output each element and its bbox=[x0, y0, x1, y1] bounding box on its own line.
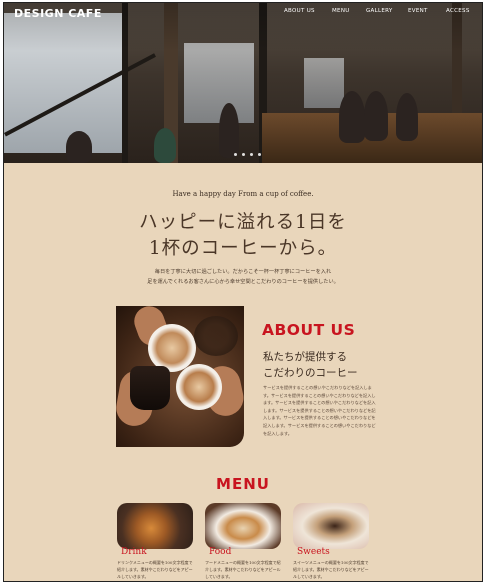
hero-image: DESIGN CAFE ABOUT US MENU GALLERY EVENT … bbox=[4, 3, 482, 163]
about-photo bbox=[116, 306, 244, 447]
menu-item-text: ドリンクメニューの概要を100文字程度で紹介します。素材やこだわりなどをアピール… bbox=[117, 560, 193, 579]
slider-dot[interactable] bbox=[258, 153, 261, 156]
intro-description: 毎日を丁寧に大切に過ごしたい。だからこそ一杯一杯丁寧にコーヒーを入れ 足を運んで… bbox=[4, 267, 482, 287]
nav-item-gallery[interactable]: GALLERY bbox=[366, 8, 408, 14]
nav-item-access[interactable]: ACCESS bbox=[446, 8, 474, 14]
headline-line: ハッピーに溢れる1日を bbox=[139, 212, 347, 233]
about-subtitle: 私たちが提供する こだわりのコーヒー bbox=[263, 349, 358, 381]
tagline: Have a happy day From a cup of coffee. bbox=[172, 190, 314, 198]
menu-card-drink[interactable]: Drink ドリンクメニューの概要を100文字程度で紹介します。素材やこだわりな… bbox=[117, 503, 197, 581]
menu-item-text: フードメニューの概要を100文字程度で紹介します。素材やこだわりなどをアピールし… bbox=[205, 560, 281, 579]
menu-card-food[interactable]: Food フードメニューの概要を100文字程度で紹介します。素材やこだわりなどを… bbox=[205, 503, 285, 581]
page: DESIGN CAFE ABOUT US MENU GALLERY EVENT … bbox=[3, 2, 483, 582]
nav-item-about[interactable]: ABOUT US bbox=[284, 8, 332, 14]
main-nav: ABOUT US MENU GALLERY EVENT ACCESS bbox=[284, 8, 474, 14]
slider-dot[interactable] bbox=[242, 153, 245, 156]
brand-logo[interactable]: DESIGN CAFE bbox=[14, 7, 102, 20]
food-photo bbox=[205, 503, 281, 549]
subtitle-line: こだわりのコーヒー bbox=[263, 367, 358, 379]
headline-line: 1杯のコーヒーから。 bbox=[148, 238, 338, 259]
slider-dots bbox=[234, 153, 261, 156]
slider-dot[interactable] bbox=[234, 153, 237, 156]
nav-item-menu[interactable]: MENU bbox=[332, 8, 366, 14]
sweets-photo bbox=[293, 503, 369, 549]
description-line: 足を運んでくれるお客さんに心から幸せ空間とこだわりのコーヒーを提供したい。 bbox=[147, 279, 339, 285]
menu-item-text: スイーツメニューの概要を100文字程度で紹介します。素材やこだわりなどをアピール… bbox=[293, 560, 369, 579]
about-text: サービスを提供することの想いやこだわりなどを記入します。サービスを提供することの… bbox=[263, 385, 376, 436]
page-headline: ハッピーに溢れる1日を 1杯のコーヒーから。 bbox=[4, 210, 482, 262]
drink-photo bbox=[117, 503, 193, 549]
menu-card-sweets[interactable]: Sweets スイーツメニューの概要を100文字程度で紹介します。素材やこだわり… bbox=[293, 503, 373, 581]
menu-item-name: Drink bbox=[121, 547, 147, 557]
description-line: 毎日を丁寧に大切に過ごしたい。だからこそ一杯一杯丁寧にコーヒーを入れ bbox=[154, 269, 332, 275]
about-title: ABOUT US bbox=[262, 321, 356, 339]
menu-title: MENU bbox=[216, 475, 270, 493]
menu-item-name: Sweets bbox=[297, 547, 330, 557]
slider-dot[interactable] bbox=[250, 153, 253, 156]
menu-item-name: Food bbox=[209, 547, 232, 557]
nav-item-event[interactable]: EVENT bbox=[408, 8, 446, 14]
subtitle-line: 私たちが提供する bbox=[263, 351, 347, 363]
